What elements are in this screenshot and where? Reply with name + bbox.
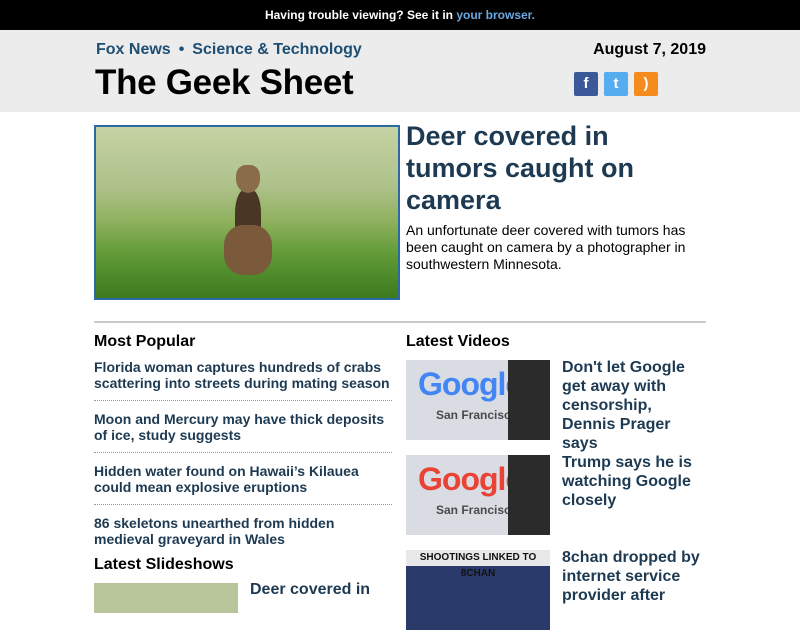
person-silhouette: [508, 360, 550, 440]
issue-date: August 7, 2019: [593, 41, 706, 58]
breadcrumb-fox-news[interactable]: Fox News: [96, 41, 171, 58]
browser-view-bar: Having trouble viewing? See it in your b…: [0, 0, 800, 30]
video-item[interactable]: Google San Francisco Trump says he is wa…: [406, 453, 706, 544]
browser-view-text: Having trouble viewing? See it in: [264, 8, 457, 22]
latest-videos-heading: Latest Videos: [406, 333, 510, 350]
most-popular-heading: Most Popular: [94, 333, 196, 350]
social-links: f t): [574, 72, 664, 96]
video-item[interactable]: SHOOTINGS LINKED TO 8CHAN 8chan dropped …: [406, 548, 706, 639]
hero-headline[interactable]: Deer covered in tumors caught on camera: [406, 120, 706, 216]
thumbnail-caption: SHOOTINGS LINKED TO 8CHAN: [406, 550, 550, 579]
video-title[interactable]: 8chan dropped by internet service provid…: [562, 548, 706, 605]
video-thumbnail[interactable]: SHOOTINGS LINKED TO 8CHAN: [406, 550, 550, 630]
video-thumbnail[interactable]: Google San Francisco: [406, 360, 550, 440]
breadcrumb: Fox News • Science & Technology: [96, 41, 362, 59]
latest-videos-list: Google San Francisco Don't let Google ge…: [406, 358, 706, 643]
facebook-icon[interactable]: f: [574, 72, 598, 96]
section-divider: [94, 321, 706, 323]
breadcrumb-science-technology[interactable]: Science & Technology: [192, 41, 362, 58]
video-title[interactable]: Don't let Google get away with censorshi…: [562, 358, 706, 453]
video-title[interactable]: Trump says he is watching Google closely: [562, 453, 706, 510]
rss-icon[interactable]: ): [634, 72, 658, 96]
latest-slideshows-heading: Latest Slideshows: [94, 556, 234, 573]
thumbnail-caption: San Francisco: [436, 408, 519, 422]
hero-summary: An unfortunate deer covered with tumors …: [406, 222, 686, 272]
breadcrumb-separator: •: [178, 41, 185, 58]
view-in-browser-link[interactable]: your browser.: [456, 8, 535, 22]
list-item[interactable]: Florida woman captures hundreds of crabs…: [94, 358, 392, 401]
newsletter-header: Fox News • Science & Technology August 7, …: [0, 30, 800, 112]
most-popular-list: Florida woman captures hundreds of crabs…: [94, 358, 392, 547]
page-title: The Geek Sheet: [95, 63, 354, 102]
list-item[interactable]: 86 skeletons unearthed from hidden medie…: [94, 514, 392, 547]
google-logo: Google: [418, 366, 523, 402]
thumbnail-caption: San Francisco: [436, 503, 519, 517]
video-thumbnail[interactable]: Google San Francisco: [406, 455, 550, 535]
hero-image[interactable]: [94, 125, 400, 300]
deer-illustration: [224, 165, 274, 283]
twitter-icon[interactable]: t: [604, 72, 628, 96]
video-item[interactable]: Google San Francisco Don't let Google ge…: [406, 358, 706, 452]
person-silhouette: [508, 455, 550, 535]
slideshow-title[interactable]: Deer covered in: [250, 581, 370, 599]
list-item[interactable]: Hidden water found on Hawaii’s Kilauea c…: [94, 462, 392, 505]
list-item[interactable]: Moon and Mercury may have thick deposits…: [94, 410, 392, 453]
slideshow-thumbnail[interactable]: [94, 583, 238, 613]
google-logo: Google: [418, 461, 523, 497]
